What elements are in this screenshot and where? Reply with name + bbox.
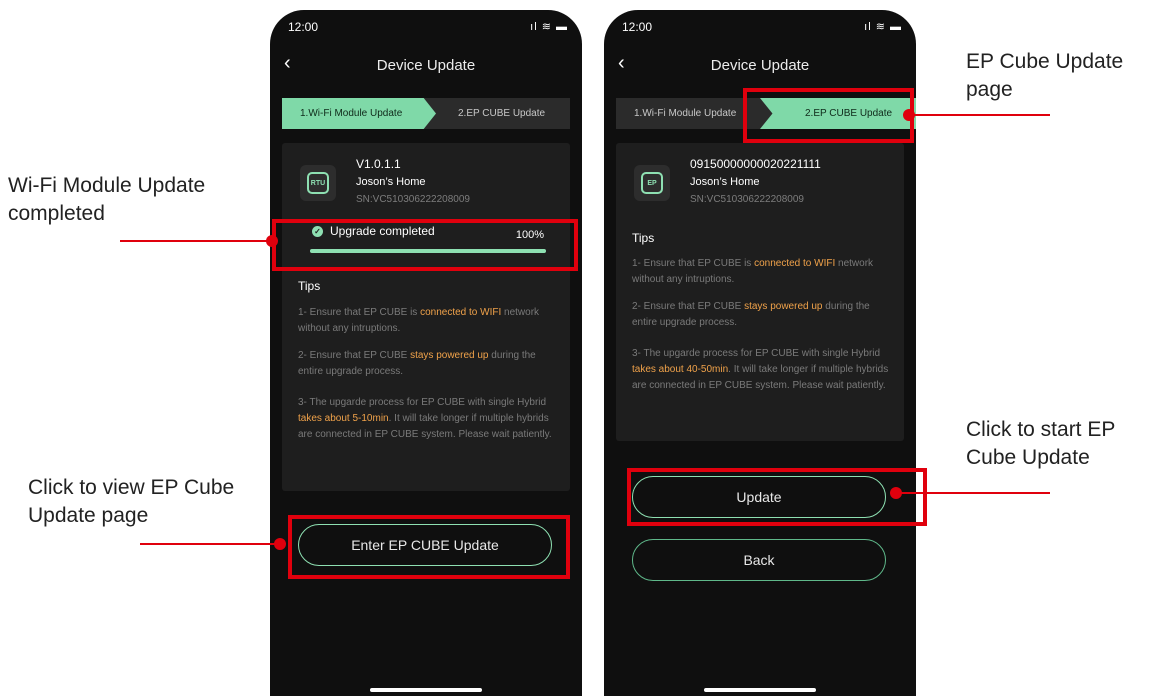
step-ep-cube[interactable]: 2.EP CUBE Update <box>458 98 545 129</box>
highlight-enter-button <box>288 515 570 579</box>
phone-wifi-update-screen: 12:00 ıl ≋ ▬ ‹ Device Update 1.Wi-Fi Mod… <box>270 10 582 696</box>
highlight-upgrade-completed <box>272 219 578 271</box>
home-indicator <box>704 688 816 692</box>
nav-bar: ‹ Device Update <box>604 46 916 82</box>
device-icon: RTU <box>300 165 336 201</box>
tip-2: 2- Ensure that EP CUBE stays powered up … <box>632 301 870 328</box>
signal-wifi-battery-icon: ıl ≋ ▬ <box>864 21 902 33</box>
rtu-chip-icon: RTU <box>307 172 329 194</box>
status-time: 12:00 <box>622 20 653 34</box>
tip-3: 3- The upgarde process for EP CUBE with … <box>632 348 889 391</box>
status-bar: 12:00 ıl ≋ ▬ <box>604 10 916 46</box>
device-icon: EP <box>634 165 670 201</box>
callout-line <box>120 240 272 242</box>
update-card: RTU V1.0.1.1 Joson’s Home SN:VC510306222… <box>282 143 570 491</box>
status-time: 12:00 <box>288 20 319 34</box>
signal-wifi-battery-icon: ıl ≋ ▬ <box>530 21 568 33</box>
page-title: Device Update <box>710 57 810 74</box>
device-version: V1.0.1.1 <box>356 157 401 171</box>
device-name: Joson’s Home <box>356 176 426 188</box>
annotation-wifi-completed: Wi-Fi Module Update completed <box>8 174 206 225</box>
tips-heading: Tips <box>632 231 655 245</box>
device-serial: SN:VC510306222208009 <box>690 194 804 205</box>
tip-1: 1- Ensure that EP CUBE is connected to W… <box>298 307 540 334</box>
callout-line <box>140 543 280 545</box>
tips-heading: Tips <box>298 279 321 293</box>
callout-line <box>900 492 1050 494</box>
annotation-start-ep: Click to start EP Cube Update <box>966 418 1115 469</box>
annotation-ep-page: EP Cube Update page <box>966 50 1124 101</box>
highlight-update-button <box>627 468 927 526</box>
tip-2: 2- Ensure that EP CUBE stays powered up … <box>298 350 536 377</box>
device-name: Joson’s Home <box>690 176 760 188</box>
step-wifi-module[interactable]: 1.Wi-Fi Module Update <box>282 98 436 129</box>
callout-line <box>914 114 1050 116</box>
step-wifi-module[interactable]: 1.Wi-Fi Module Update <box>634 98 736 129</box>
device-serial: SN:VC510306222208009 <box>356 194 470 205</box>
update-card: EP 09150000000020221111 Joson’s Home SN:… <box>616 143 904 441</box>
tip-3: 3- The upgarde process for EP CUBE with … <box>298 397 552 440</box>
home-indicator <box>370 688 482 692</box>
device-version: 09150000000020221111 <box>690 157 821 171</box>
ep-chip-icon: EP <box>641 172 663 194</box>
nav-bar: ‹ Device Update <box>270 46 582 82</box>
step-indicator: 1.Wi-Fi Module Update 2.EP CUBE Update <box>282 98 570 129</box>
tip-1: 1- Ensure that EP CUBE is connected to W… <box>632 258 874 285</box>
back-button[interactable]: Back <box>632 539 886 581</box>
page-title: Device Update <box>376 57 476 74</box>
status-bar: 12:00 ıl ≋ ▬ <box>270 10 582 46</box>
highlight-ep-step <box>743 88 914 143</box>
annotation-view-ep-page: Click to view EP Cube Update page <box>28 476 235 527</box>
